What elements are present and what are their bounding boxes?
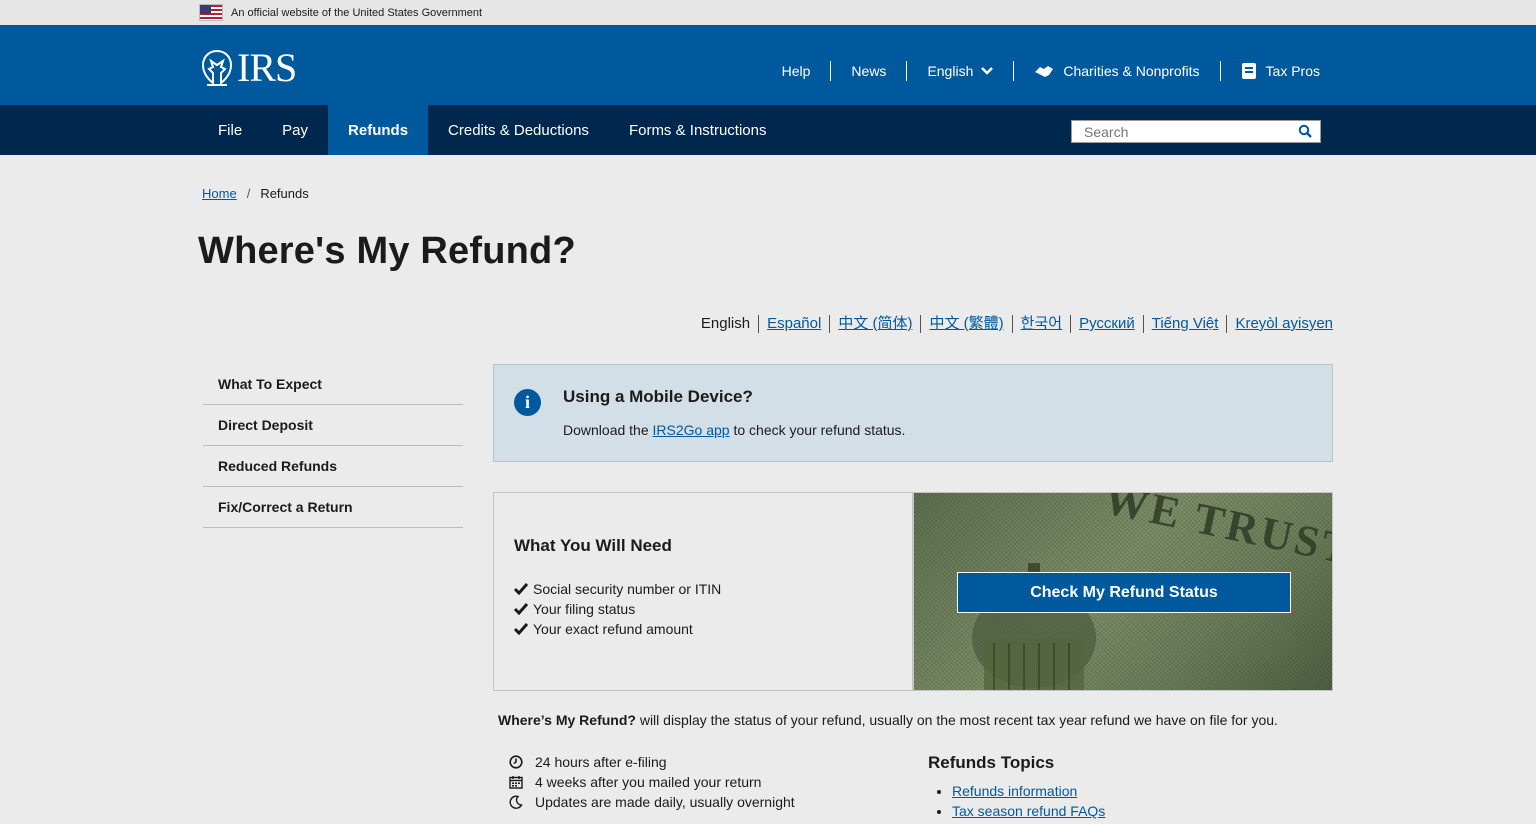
breadcrumb: Home / Refunds	[202, 186, 309, 201]
checkmark-icon	[514, 603, 528, 615]
refunds-topics: Refunds Topics Refunds information Tax s…	[928, 753, 1105, 821]
tax-pros-label: Tax Pros	[1265, 63, 1320, 79]
news-link[interactable]: News	[830, 61, 906, 81]
side-nav: What To Expect Direct Deposit Reduced Re…	[203, 364, 463, 528]
timing-list: 24 hours after e-filing 4 weeks after yo…	[508, 752, 795, 812]
info-icon: i	[514, 389, 541, 416]
timing-item: Updates are made daily, usually overnigh…	[508, 792, 795, 812]
what-you-need-panel: What You Will Need Social security numbe…	[493, 492, 913, 691]
sidenav-direct-deposit[interactable]: Direct Deposit	[203, 405, 463, 446]
summary-rest: will display the status of your refund, …	[635, 712, 1278, 728]
calendar-icon	[508, 775, 524, 789]
need-list: Social security number or ITIN Your fili…	[514, 579, 721, 639]
nav-forms-instructions[interactable]: Forms & Instructions	[609, 105, 787, 155]
lang-chinese-traditional[interactable]: 中文 (繁體)	[920, 315, 1011, 333]
irs2go-app-link[interactable]: IRS2Go app	[653, 422, 730, 438]
need-item-text: Social security number or ITIN	[533, 581, 722, 597]
handshake-icon	[1034, 63, 1054, 79]
timing-text: 24 hours after e-filing	[535, 754, 667, 770]
help-label: Help	[781, 63, 811, 79]
sidenav-fix-correct-return[interactable]: Fix/Correct a Return	[203, 487, 463, 528]
breadcrumb-current: Refunds	[260, 186, 309, 201]
briefcase-icon	[1241, 62, 1257, 80]
sidenav-reduced-refunds[interactable]: Reduced Refunds	[203, 446, 463, 487]
clock-icon	[508, 755, 524, 769]
search-icon[interactable]	[1298, 124, 1312, 138]
nav-refunds[interactable]: Refunds	[328, 105, 429, 155]
checkmark-icon	[514, 583, 528, 595]
alert-text: Download the IRS2Go app to check your re…	[563, 422, 905, 438]
lang-spanish[interactable]: Español	[758, 315, 829, 333]
page-title: Where's My Refund?	[198, 230, 576, 272]
breadcrumb-separator: /	[246, 186, 251, 201]
moon-icon	[508, 795, 524, 809]
gov-banner-text: An official website of the United States…	[231, 6, 483, 19]
need-item: Your exact refund amount	[514, 619, 721, 639]
currency-engraving-text: WE TRUST	[1099, 492, 1333, 575]
lang-vietnamese[interactable]: Tiếng Việt	[1142, 315, 1227, 333]
alert-title: Using a Mobile Device?	[563, 387, 753, 406]
timing-text: 4 weeks after you mailed your return	[535, 774, 762, 790]
summary-bold: Where’s My Refund?	[498, 712, 636, 728]
language-dropdown[interactable]: English	[906, 61, 1013, 81]
alert-text-after: to check your refund status.	[729, 422, 906, 438]
language-label: English	[927, 63, 974, 79]
lang-english: English	[700, 315, 751, 332]
nav-credits-deductions[interactable]: Credits & Deductions	[428, 105, 609, 155]
need-item: Social security number or ITIN	[514, 579, 721, 599]
breadcrumb-home-link[interactable]: Home	[202, 186, 237, 201]
search-box	[1071, 120, 1321, 143]
lang-haitian-creole[interactable]: Kreyòl ayisyen	[1226, 315, 1333, 333]
chevron-down-icon	[981, 67, 994, 75]
need-item: Your filing status	[514, 599, 721, 619]
eagle-logo-icon	[201, 49, 233, 86]
nav-file[interactable]: File	[198, 105, 262, 155]
refund-status-image-panel: WE TRUST Check My Refund Status	[913, 492, 1333, 691]
need-title: What You Will Need	[514, 536, 672, 555]
language-selector: English Español 中文 (简体) 中文 (繁體) 한국어 Русс…	[693, 315, 1333, 333]
topics-list: Refunds information Tax season refund FA…	[928, 781, 1105, 821]
site-header: IRS Help News English Charities & Nonpro…	[0, 25, 1536, 105]
utility-nav: Help News English Charities & Nonprofits…	[762, 61, 1320, 81]
summary-text: Where’s My Refund? will display the stat…	[498, 712, 1278, 728]
capitol-dome-image	[972, 563, 1096, 690]
tax-pros-link[interactable]: Tax Pros	[1219, 61, 1320, 81]
list-item: Refunds information	[952, 781, 1105, 801]
mobile-alert: i Using a Mobile Device? Download the IR…	[493, 364, 1333, 462]
alert-text-before: Download the	[563, 422, 653, 438]
tax-season-faqs-link[interactable]: Tax season refund FAQs	[952, 803, 1105, 819]
list-item: Tax season refund FAQs	[952, 801, 1105, 821]
need-item-text: Your exact refund amount	[533, 621, 693, 637]
check-refund-status-button[interactable]: Check My Refund Status	[957, 572, 1291, 613]
timing-item: 4 weeks after you mailed your return	[508, 772, 795, 792]
need-item-text: Your filing status	[533, 601, 636, 617]
charities-label: Charities & Nonprofits	[1063, 63, 1200, 79]
timing-text: Updates are made daily, usually overnigh…	[535, 794, 795, 810]
search-input[interactable]	[1072, 121, 1292, 142]
logo-text: IRS	[237, 45, 297, 90]
lang-korean[interactable]: 한국어	[1011, 315, 1070, 333]
irs-logo[interactable]: IRS	[199, 45, 297, 90]
sidenav-what-to-expect[interactable]: What To Expect	[203, 364, 463, 405]
news-label: News	[851, 63, 887, 79]
help-link[interactable]: Help	[762, 61, 831, 81]
us-flag-icon	[199, 4, 223, 21]
gov-banner: An official website of the United States…	[0, 0, 1536, 25]
checkmark-icon	[514, 623, 528, 635]
lang-russian[interactable]: Русский	[1070, 315, 1143, 333]
nav-pay[interactable]: Pay	[262, 105, 328, 155]
lang-chinese-simplified[interactable]: 中文 (简体)	[829, 315, 920, 333]
topics-title: Refunds Topics	[928, 753, 1055, 772]
timing-item: 24 hours after e-filing	[508, 752, 795, 772]
refunds-information-link[interactable]: Refunds information	[952, 783, 1077, 799]
charities-link[interactable]: Charities & Nonprofits	[1013, 61, 1219, 81]
